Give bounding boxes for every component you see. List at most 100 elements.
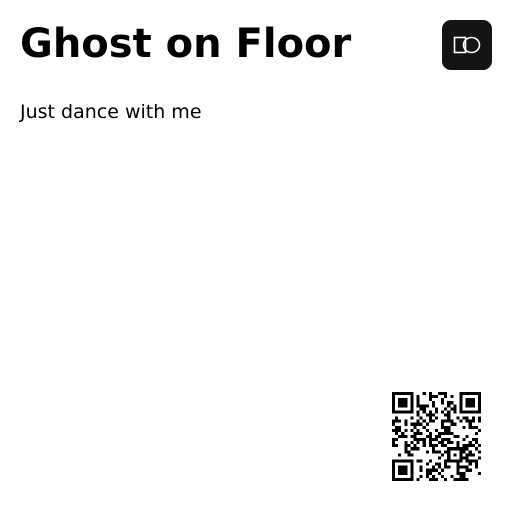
- qr-module: [398, 404, 402, 408]
- qr-module: [431, 477, 435, 481]
- qr-module: [471, 425, 475, 429]
- qr-module: [456, 444, 460, 448]
- qr-module: [468, 404, 472, 408]
- qr-module: [456, 447, 460, 451]
- qr-module: [428, 471, 432, 475]
- qr-module: [468, 444, 472, 448]
- qr-module: [450, 422, 454, 426]
- qr-module: [404, 401, 408, 405]
- qr-module: [465, 447, 469, 451]
- qr-module: [468, 410, 472, 414]
- qr-module: [450, 407, 454, 411]
- qr-module: [392, 392, 396, 396]
- qr-module: [428, 441, 432, 445]
- qr-module: [407, 410, 411, 414]
- qr-module: [410, 395, 414, 399]
- qr-module: [419, 407, 423, 411]
- qr-module: [413, 425, 417, 429]
- qr-module: [395, 444, 399, 448]
- qr-module: [453, 459, 457, 463]
- qr-module: [428, 477, 432, 481]
- qr-module: [444, 407, 448, 411]
- qr-module: [431, 401, 435, 405]
- qr-module: [441, 392, 445, 396]
- qr-module: [410, 392, 414, 396]
- qr-module: [431, 447, 435, 451]
- qr-module: [447, 456, 451, 460]
- qr-module: [438, 392, 442, 396]
- qr-module: [459, 450, 463, 454]
- qr-module: [422, 425, 426, 429]
- qr-module: [474, 438, 478, 442]
- qr-module: [425, 422, 429, 426]
- qr-module: [410, 465, 414, 469]
- qr-module: [428, 434, 432, 439]
- qr-module: [434, 428, 439, 432]
- qr-module: [459, 453, 463, 457]
- qr-module: [422, 407, 426, 411]
- qr-module: [450, 431, 454, 435]
- qr-module: [477, 416, 481, 420]
- qr-module: [447, 413, 451, 417]
- qr-module: [416, 395, 420, 399]
- page-title: Ghost on Floor: [20, 21, 352, 67]
- qr-module: [431, 419, 435, 423]
- qr-module: [401, 468, 405, 472]
- qr-module: [441, 419, 445, 423]
- qr-module: [438, 471, 442, 475]
- qr-module: [441, 431, 445, 435]
- qr-module: [392, 395, 396, 399]
- qr-module: [459, 395, 463, 399]
- qr-module: [431, 413, 435, 417]
- qr-module: [434, 468, 439, 472]
- qr-module: [468, 398, 472, 402]
- qr-module: [477, 444, 481, 448]
- qr-module: [419, 465, 423, 469]
- qr-module: [419, 459, 423, 463]
- qr-module: [401, 410, 405, 414]
- qr-module: [456, 441, 460, 445]
- qr-module: [431, 438, 435, 442]
- qr-module: [398, 459, 402, 463]
- qr-module: [392, 407, 396, 411]
- qr-module: [392, 401, 396, 405]
- qr-module: [444, 459, 448, 463]
- qr-module: [431, 474, 435, 478]
- qr-module: [438, 462, 442, 466]
- qr-module: [453, 422, 457, 426]
- qr-module: [392, 444, 396, 448]
- qr-module: [444, 450, 448, 454]
- qr-module: [456, 434, 460, 439]
- qr-module: [416, 441, 420, 445]
- qr-module: [456, 471, 460, 475]
- logo-glyph: [453, 36, 481, 54]
- qr-module: [444, 395, 448, 399]
- qr-module: [392, 474, 396, 478]
- qr-module: [459, 477, 463, 481]
- qr-module: [477, 398, 481, 402]
- qr-module: [438, 434, 442, 439]
- qr-module: [401, 477, 405, 481]
- qr-module: [468, 453, 472, 457]
- qr-module: [462, 456, 466, 460]
- qr-module: [413, 431, 417, 435]
- qr-module: [447, 428, 451, 432]
- qr-module: [404, 422, 408, 426]
- qr-module: [428, 392, 432, 396]
- qr-module: [410, 404, 414, 408]
- qr-module: [398, 401, 402, 405]
- qr-module: [428, 468, 432, 472]
- qr-module: [401, 471, 405, 475]
- qr-module: [425, 434, 429, 439]
- qr-module: [392, 462, 396, 466]
- qr-module: [465, 459, 469, 463]
- qr-module: [474, 459, 478, 463]
- qr-module: [450, 474, 454, 478]
- qr-module: [441, 441, 445, 445]
- qr-module: [404, 410, 408, 414]
- qr-module: [419, 438, 423, 442]
- qr-module: [434, 438, 439, 442]
- qr-module: [413, 422, 417, 426]
- qr-module: [465, 456, 469, 460]
- qr-module: [456, 459, 460, 463]
